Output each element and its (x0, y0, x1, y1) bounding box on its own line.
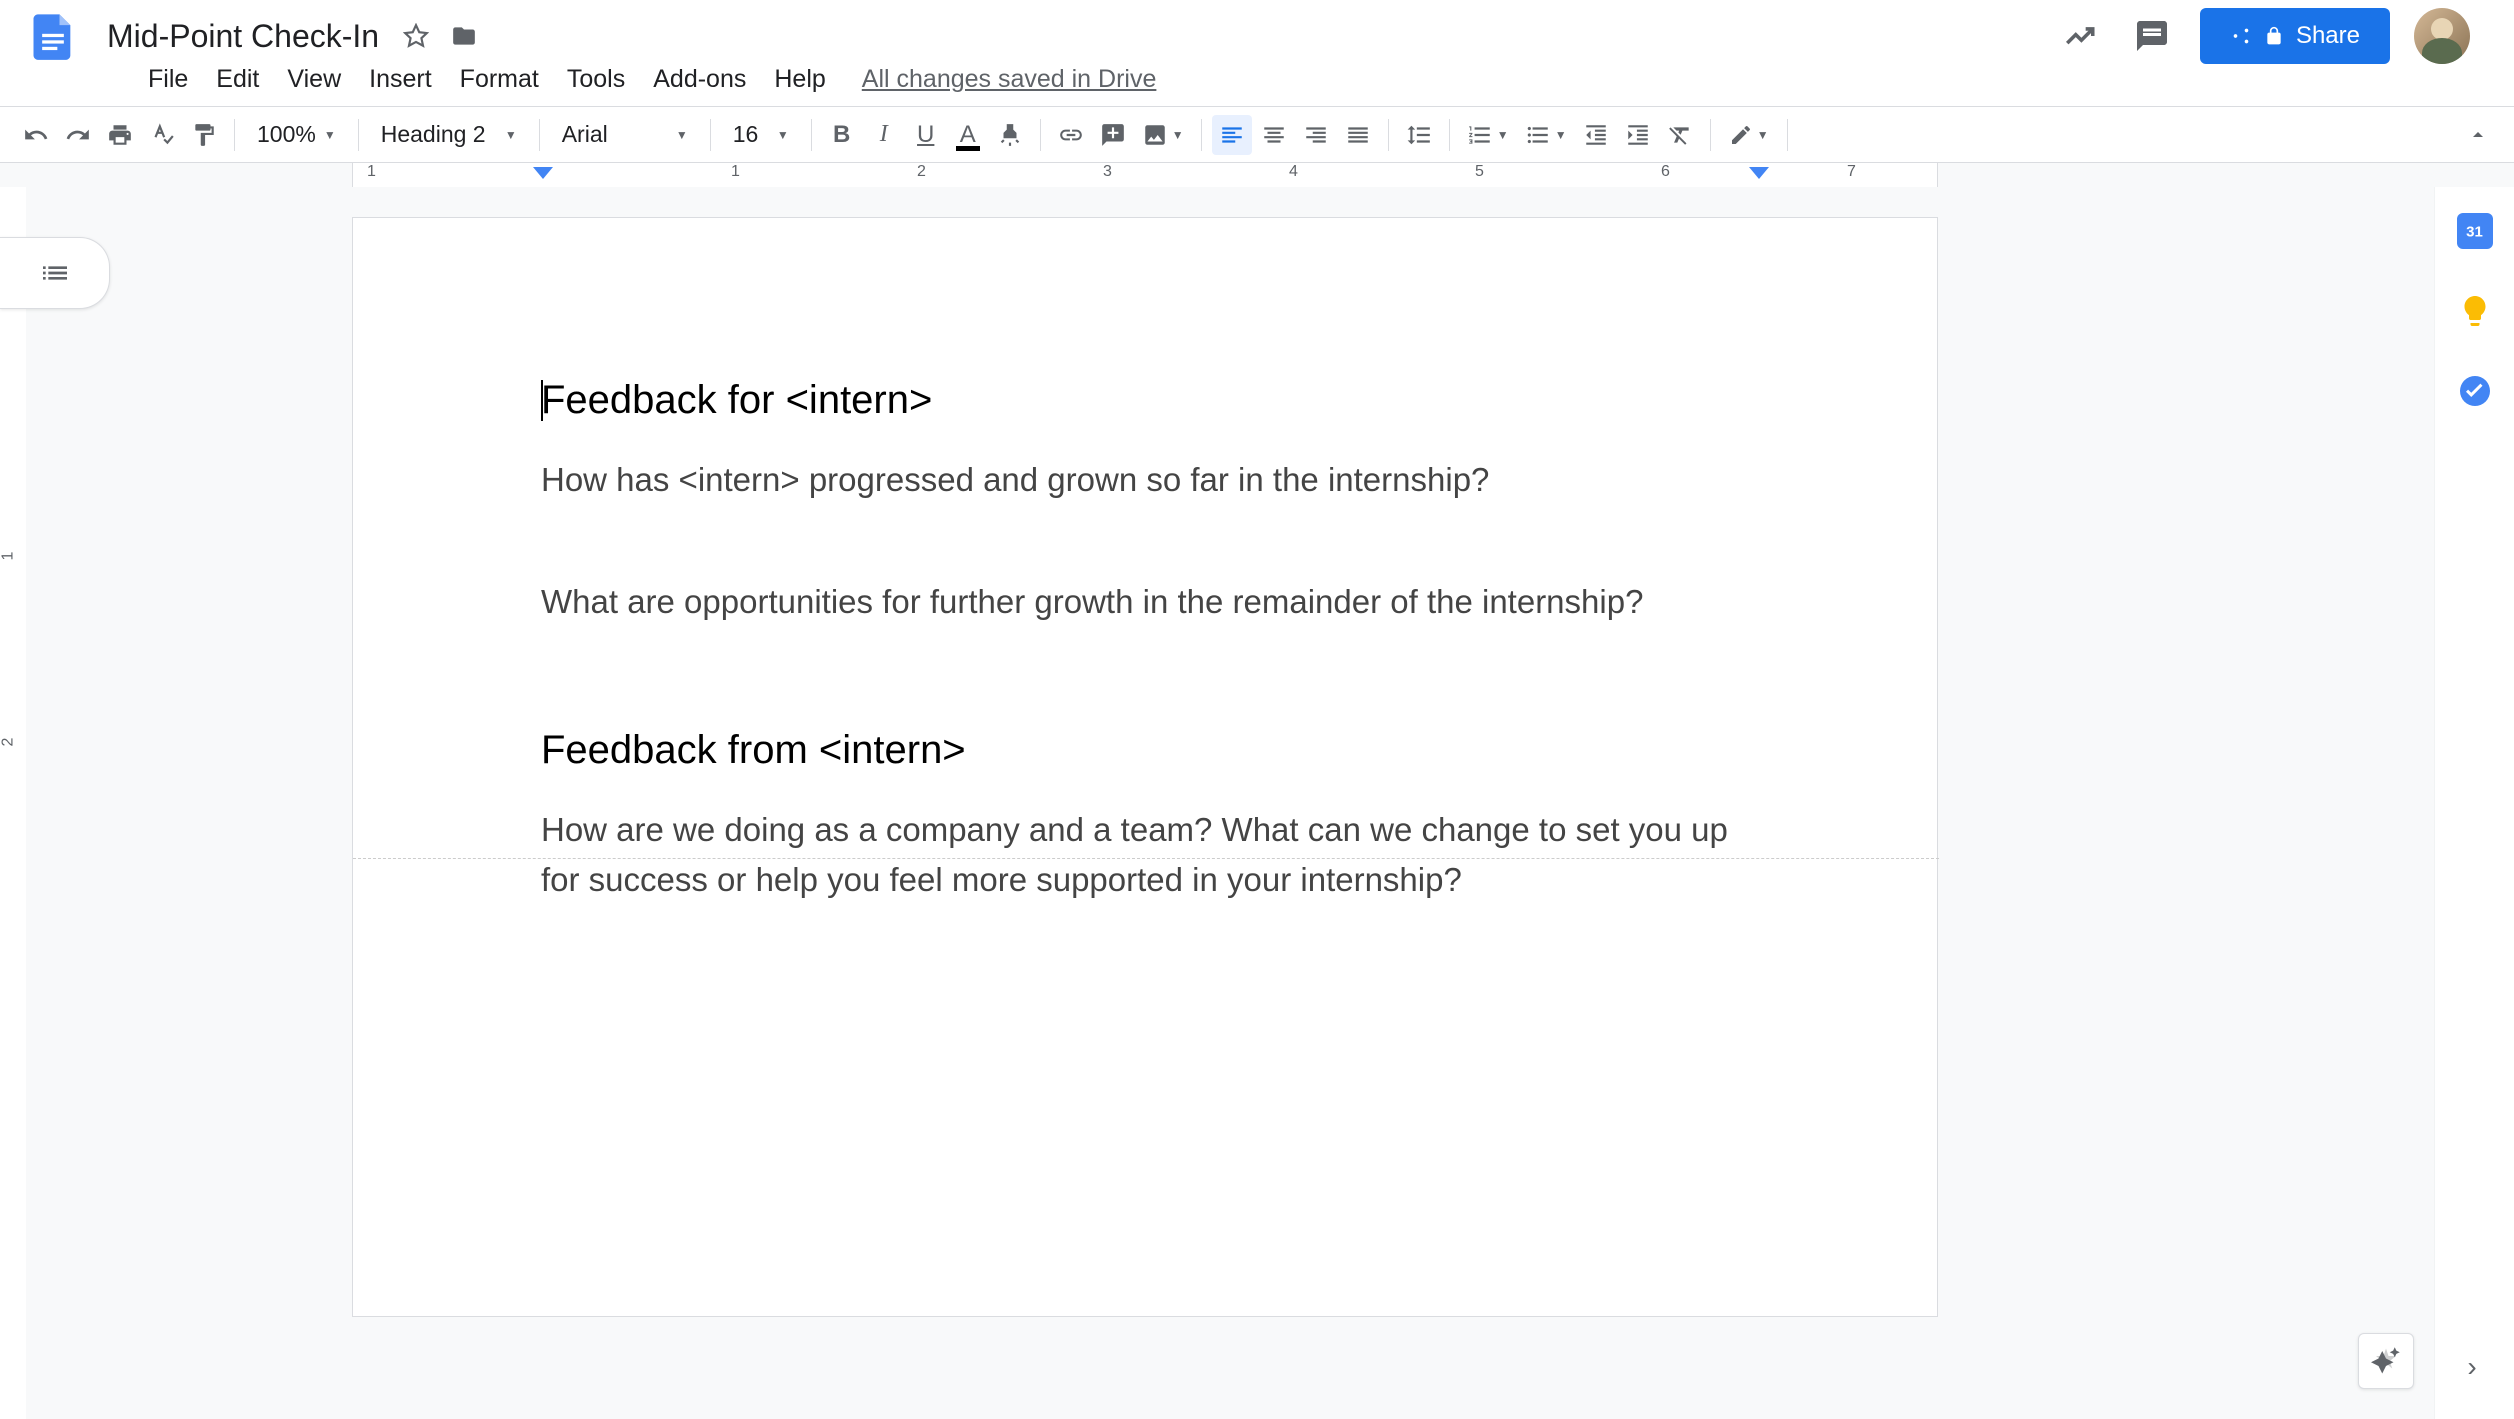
separator (358, 119, 359, 151)
vertical-ruler[interactable]: 1 2 (0, 187, 26, 1419)
highlight-button[interactable] (990, 115, 1030, 155)
ruler-tick: 6 (1661, 163, 1670, 181)
keep-addon-icon[interactable] (2455, 291, 2495, 331)
left-indent-marker[interactable] (533, 167, 553, 179)
horizontal-ruler[interactable]: 1 1 2 3 4 5 6 7 (0, 163, 2514, 187)
underline-button[interactable]: U (906, 115, 946, 155)
insert-link-button[interactable] (1051, 115, 1091, 155)
separator (1710, 119, 1711, 151)
separator (1787, 119, 1788, 151)
menubar: File Edit View Insert Format Tools Add-o… (0, 60, 2514, 106)
bulleted-list-button[interactable]: ▼ (1518, 115, 1574, 155)
bold-button[interactable]: B (822, 115, 862, 155)
toolbar: 100%▼ Heading 2▼ Arial▼ 16▼ B I U A ▼ ▼ … (0, 107, 2514, 163)
share-button[interactable]: Share (2200, 8, 2390, 64)
print-button[interactable] (100, 115, 140, 155)
decrease-indent-button[interactable] (1576, 115, 1616, 155)
chevron-down-icon: ▼ (1497, 128, 1509, 142)
chevron-down-icon: ▼ (1555, 128, 1567, 142)
ruler-tick: 7 (1847, 163, 1856, 181)
hide-menus-button[interactable] (2458, 115, 2498, 155)
paint-format-button[interactable] (184, 115, 224, 155)
zoom-select[interactable]: 100%▼ (245, 115, 348, 155)
separator (1449, 119, 1450, 151)
header: Mid-Point Check-In Share File Edit View … (0, 0, 2514, 107)
font-select[interactable]: Arial▼ (550, 115, 700, 155)
separator (1388, 119, 1389, 151)
separator (811, 119, 812, 151)
menu-addons[interactable]: Add-ons (641, 59, 758, 100)
menu-format[interactable]: Format (448, 59, 551, 100)
text-color-button[interactable]: A (948, 115, 988, 155)
italic-button[interactable]: I (864, 115, 904, 155)
side-panel: › (2434, 187, 2514, 1419)
increase-indent-button[interactable] (1618, 115, 1658, 155)
separator (1201, 119, 1202, 151)
menu-file[interactable]: File (136, 59, 200, 100)
ruler-tick: 1 (367, 163, 376, 181)
chevron-down-icon: ▼ (1757, 128, 1769, 142)
numbered-list-button[interactable]: ▼ (1460, 115, 1516, 155)
explore-button[interactable] (2358, 1333, 2414, 1389)
paragraph-style-select[interactable]: Heading 2▼ (369, 115, 529, 155)
ruler-tick: 4 (1289, 163, 1298, 181)
font-size-select[interactable]: 16▼ (721, 115, 801, 155)
move-folder-icon[interactable] (444, 16, 484, 56)
clear-formatting-button[interactable] (1660, 115, 1700, 155)
spellcheck-button[interactable] (142, 115, 182, 155)
undo-button[interactable] (16, 115, 56, 155)
page-break (353, 858, 1939, 859)
ruler-tick: 3 (1103, 163, 1112, 181)
separator (710, 119, 711, 151)
chevron-down-icon: ▼ (777, 128, 789, 142)
add-comment-button[interactable] (1093, 115, 1133, 155)
separator (1040, 119, 1041, 151)
paragraph-q2[interactable]: What are opportunities for further growt… (541, 577, 1749, 627)
hide-side-panel-button[interactable]: › (2450, 1345, 2494, 1389)
chevron-down-icon: ▼ (1172, 128, 1184, 142)
menu-edit[interactable]: Edit (204, 59, 271, 100)
tasks-addon-icon[interactable] (2455, 371, 2495, 411)
star-icon[interactable] (396, 16, 436, 56)
ruler-tick: 2 (917, 163, 926, 181)
menu-insert[interactable]: Insert (357, 59, 444, 100)
line-spacing-button[interactable] (1399, 115, 1439, 155)
heading-feedback-from[interactable]: Feedback from <intern> (541, 728, 1749, 773)
chevron-down-icon: ▼ (676, 128, 688, 142)
title-row: Mid-Point Check-In Share (0, 0, 2514, 60)
insert-image-button[interactable]: ▼ (1135, 115, 1191, 155)
editing-mode-button[interactable]: ▼ (1721, 115, 1777, 155)
ruler-tick: 1 (731, 163, 740, 181)
ruler-tick: 5 (1475, 163, 1484, 181)
heading-feedback-for[interactable]: Feedback for <intern> (541, 378, 1749, 423)
redo-button[interactable] (58, 115, 98, 155)
docs-home-icon[interactable] (20, 3, 86, 69)
menu-help[interactable]: Help (762, 59, 837, 100)
align-justify-button[interactable] (1338, 115, 1378, 155)
header-right: Share (2056, 8, 2494, 64)
separator (234, 119, 235, 151)
account-avatar[interactable] (2414, 8, 2470, 64)
menu-tools[interactable]: Tools (555, 59, 637, 100)
comments-icon[interactable] (2128, 12, 2176, 60)
right-indent-marker[interactable] (1749, 167, 1769, 179)
calendar-addon-icon[interactable] (2455, 211, 2495, 251)
share-label: Share (2296, 22, 2360, 50)
paragraph-q1[interactable]: How has <intern> progressed and grown so… (541, 455, 1749, 505)
document-outline-button[interactable] (0, 237, 110, 309)
separator (539, 119, 540, 151)
document-title[interactable]: Mid-Point Check-In (98, 13, 388, 60)
workspace: 1 2 Feedback for <intern> How has <inter… (0, 187, 2514, 1419)
chevron-down-icon: ▼ (505, 128, 517, 142)
document-page[interactable]: Feedback for <intern> How has <intern> p… (352, 217, 1938, 1317)
align-left-button[interactable] (1212, 115, 1252, 155)
save-status[interactable]: All changes saved in Drive (862, 65, 1157, 94)
activity-icon[interactable] (2056, 12, 2104, 60)
align-center-button[interactable] (1254, 115, 1294, 155)
paragraph-q3[interactable]: How are we doing as a company and a team… (541, 805, 1749, 904)
align-right-button[interactable] (1296, 115, 1336, 155)
chevron-down-icon: ▼ (324, 128, 336, 142)
menu-view[interactable]: View (275, 59, 353, 100)
